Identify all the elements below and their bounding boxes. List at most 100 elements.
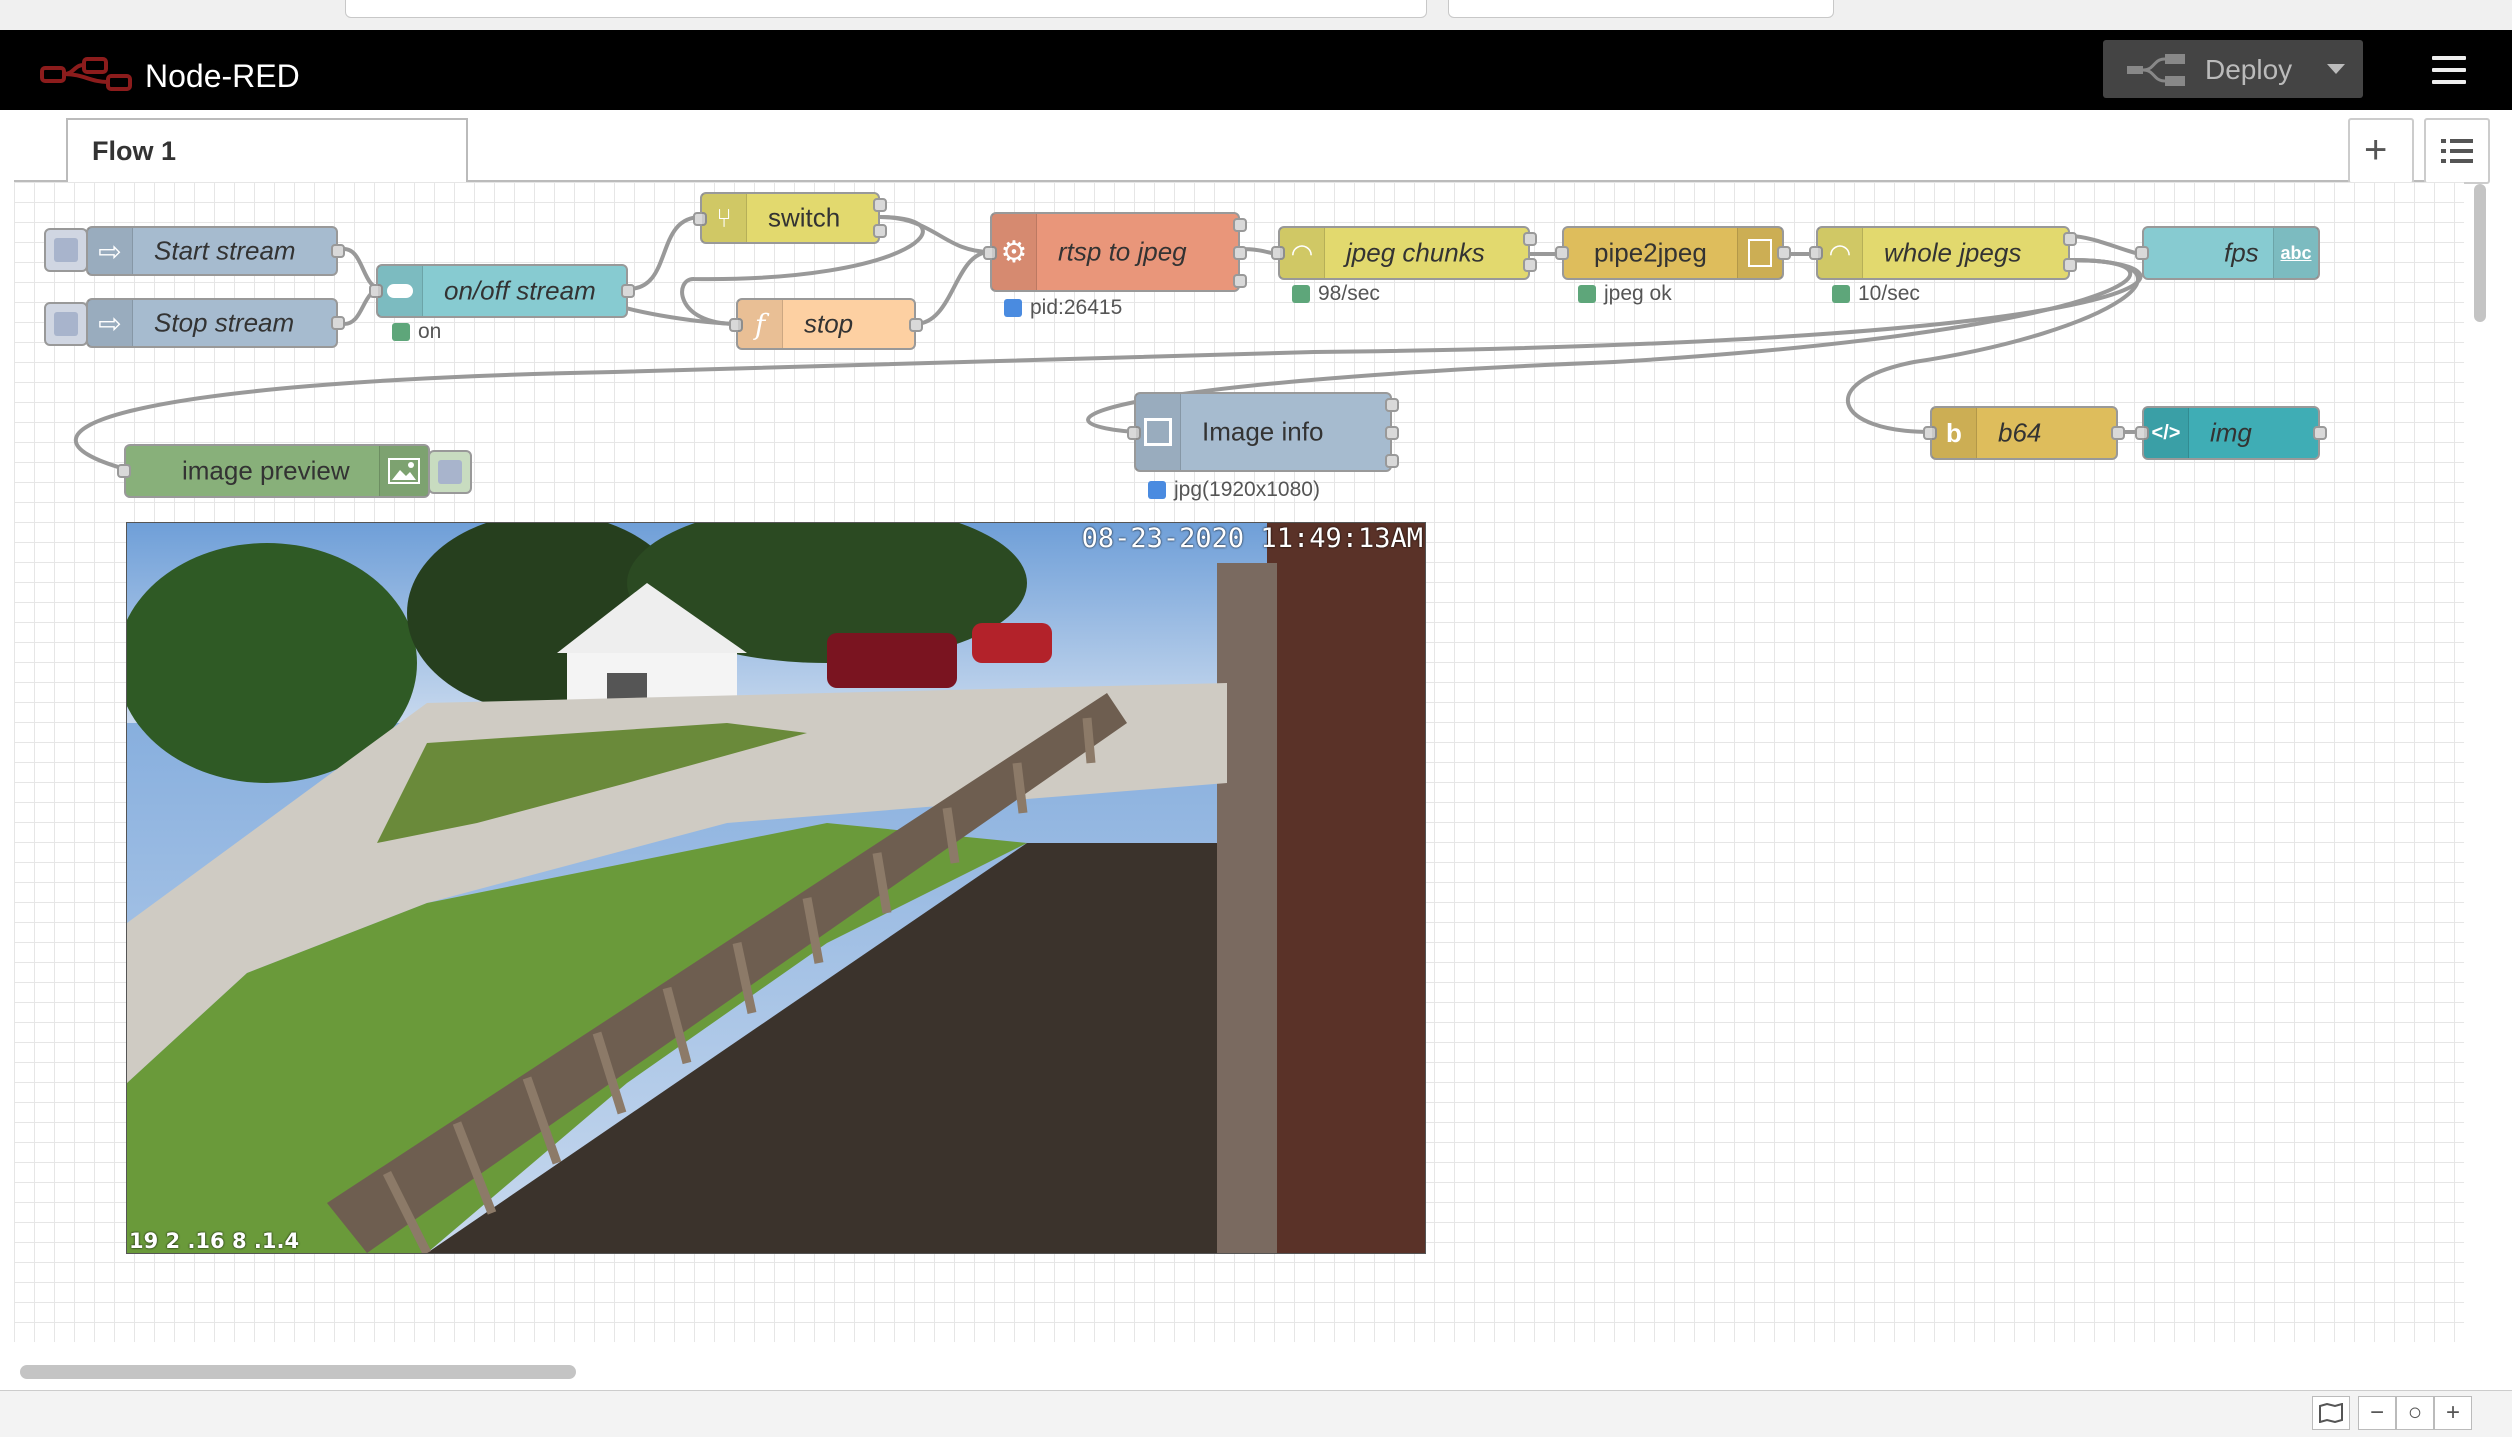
node-switch[interactable]: ⑂ switch xyxy=(693,192,887,244)
node-stop-stream[interactable]: ⇨ Stop stream xyxy=(86,298,345,348)
node-image-preview[interactable]: image preview xyxy=(117,444,430,498)
base64-icon: b xyxy=(1932,408,1977,458)
status-rtsp: pid:26415 xyxy=(1004,296,1122,320)
status-dot xyxy=(1578,285,1596,303)
map-icon xyxy=(2319,1403,2343,1423)
node-label: pipe2jpeg xyxy=(1594,237,1707,268)
status-onoff: on xyxy=(392,320,441,344)
output-port[interactable] xyxy=(331,316,345,330)
browser-search-bar[interactable] xyxy=(1448,0,1834,18)
input-port[interactable] xyxy=(1555,246,1569,260)
status-text: jpg(1920x1080) xyxy=(1174,478,1320,501)
wire xyxy=(914,250,991,326)
node-stop-function[interactable]: f stop xyxy=(729,298,923,350)
node-fps[interactable]: fps abc xyxy=(2135,226,2320,280)
node-label: img xyxy=(2210,417,2252,448)
flow-list-button[interactable] xyxy=(2424,118,2490,184)
node-label: rtsp to jpeg xyxy=(1058,236,1187,267)
zoom-in-button[interactable]: + xyxy=(2434,1396,2472,1430)
tab-flow-1[interactable]: Flow 1 xyxy=(66,118,468,186)
output-port-1[interactable] xyxy=(2063,232,2077,246)
vertical-scrollbar[interactable] xyxy=(2474,184,2486,322)
list-icon xyxy=(2441,139,2473,163)
output-port[interactable] xyxy=(1777,246,1791,260)
deploy-button[interactable]: Deploy xyxy=(2103,40,2363,98)
output-port-2[interactable] xyxy=(1523,258,1537,272)
status-dot xyxy=(392,323,410,341)
navigator-button[interactable] xyxy=(2312,1396,2350,1430)
image-file-icon xyxy=(1737,228,1782,278)
status-text: 98/sec xyxy=(1318,282,1380,305)
output-port[interactable] xyxy=(2111,426,2125,440)
output-port-1[interactable] xyxy=(873,198,887,212)
code-icon: </> xyxy=(2144,408,2189,458)
output-port-2[interactable] xyxy=(1385,426,1399,440)
arrow-in-icon: ⇨ xyxy=(88,300,133,346)
zoom-reset-button[interactable]: ○ xyxy=(2396,1396,2434,1430)
input-port[interactable] xyxy=(2135,246,2149,260)
node-onoff-stream[interactable]: on/off stream xyxy=(369,264,635,318)
output-port-3[interactable] xyxy=(1385,454,1399,468)
image-icon xyxy=(379,446,428,496)
output-port[interactable] xyxy=(331,244,345,258)
output-port-2[interactable] xyxy=(873,224,887,238)
gear-icon: ⚙ xyxy=(992,214,1037,290)
node-jpeg-chunks[interactable]: ◠ jpeg chunks xyxy=(1271,226,1537,280)
zoom-out-button[interactable]: − xyxy=(2358,1396,2396,1430)
node-red-logo-icon xyxy=(40,57,132,91)
main-menu-icon[interactable] xyxy=(2432,56,2466,84)
arrow-in-icon: ⇨ xyxy=(88,228,133,274)
node-label: Start stream xyxy=(154,235,296,266)
output-port-2[interactable] xyxy=(1233,246,1247,260)
inject-trigger-start[interactable] xyxy=(44,228,88,272)
node-image-info[interactable]: Image info xyxy=(1127,392,1399,472)
output-port-1[interactable] xyxy=(1233,218,1247,232)
status-dot xyxy=(1004,299,1022,317)
preview-toggle-button[interactable] xyxy=(428,450,472,494)
deploy-label: Deploy xyxy=(2205,54,2293,85)
preview-timestamp: 08-23-2020 11:49:13AM xyxy=(1081,523,1423,554)
node-label: Image info xyxy=(1202,416,1324,447)
node-label: whole jpegs xyxy=(1884,237,2022,268)
node-label: fps xyxy=(2224,237,2259,268)
gauge-icon: ◠ xyxy=(1280,228,1325,278)
add-flow-button[interactable]: + xyxy=(2348,118,2414,184)
node-rtsp-to-jpeg[interactable]: ⚙ rtsp to jpeg xyxy=(983,212,1247,292)
status-whole-jpegs: 10/sec xyxy=(1832,282,1920,306)
gauge-icon: ◠ xyxy=(1818,228,1863,278)
output-port[interactable] xyxy=(909,318,923,332)
output-port[interactable] xyxy=(621,284,635,298)
deploy-caret-icon[interactable] xyxy=(2327,64,2345,74)
node-start-stream[interactable]: ⇨ Start stream xyxy=(86,226,345,276)
status-dot xyxy=(1292,285,1310,303)
plus-icon: + xyxy=(2364,128,2388,172)
status-text: jpeg ok xyxy=(1604,282,1672,305)
image-info-icon xyxy=(1136,394,1181,470)
output-port-2[interactable] xyxy=(2063,258,2077,272)
node-img-template[interactable]: </> img xyxy=(2135,406,2327,460)
status-dot xyxy=(1148,481,1166,499)
inject-trigger-stop[interactable] xyxy=(44,302,88,346)
toggle-icon xyxy=(378,266,423,316)
app-title: Node-RED xyxy=(145,58,300,94)
status-text: 10/sec xyxy=(1858,282,1920,305)
horizontal-scrollbar[interactable] xyxy=(20,1365,576,1379)
node-whole-jpegs[interactable]: ◠ whole jpegs xyxy=(1809,226,2077,280)
output-port-1[interactable] xyxy=(1523,232,1537,246)
node-label: image preview xyxy=(182,455,350,486)
wire xyxy=(2069,234,2143,256)
status-jpeg-chunks: 98/sec xyxy=(1292,282,1380,306)
output-port-3[interactable] xyxy=(1233,274,1247,288)
output-port[interactable] xyxy=(2313,426,2327,440)
node-b64[interactable]: b b64 xyxy=(1923,406,2125,460)
input-port[interactable] xyxy=(117,464,131,478)
node-pipe2jpeg[interactable]: pipe2jpeg xyxy=(1555,226,1791,280)
status-text: pid:26415 xyxy=(1030,296,1123,319)
workspace-footer xyxy=(0,1390,2512,1437)
function-icon: f xyxy=(738,300,783,348)
browser-address-bar[interactable] xyxy=(345,0,1427,18)
flow-workspace[interactable]: ⇨ Start stream ⇨ Stop stream on/off stre… xyxy=(14,182,2464,1342)
output-port-1[interactable] xyxy=(1385,398,1399,412)
node-label: jpeg chunks xyxy=(1346,237,1485,268)
tab-label: Flow 1 xyxy=(92,136,177,166)
